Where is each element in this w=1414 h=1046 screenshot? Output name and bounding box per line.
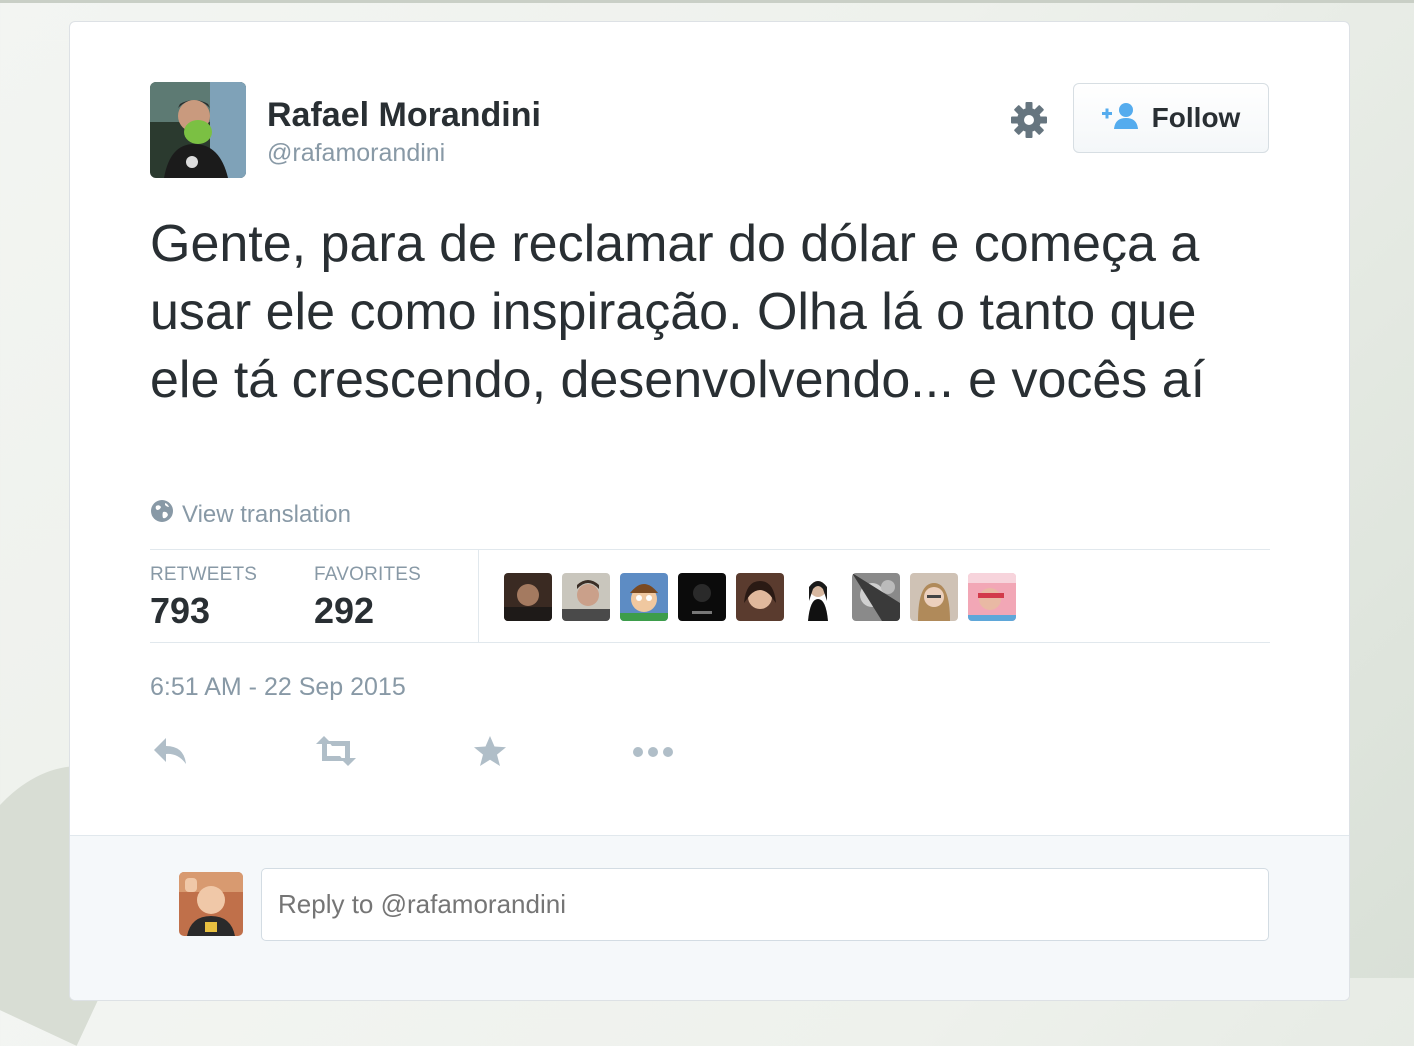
favoriter-avatar[interactable] — [504, 573, 552, 621]
window-top-edge — [0, 0, 1414, 3]
globe-icon — [150, 499, 174, 530]
more-icon[interactable] — [632, 734, 674, 773]
stats-row: RETWEETS 793 FAVORITES 292 — [150, 549, 1270, 643]
favoriter-avatar[interactable] — [736, 573, 784, 621]
display-name[interactable]: Rafael Morandini — [267, 96, 541, 135]
favorites-stat[interactable]: FAVORITES 292 — [314, 564, 421, 632]
favorites-label: FAVORITES — [314, 564, 422, 585]
avatar[interactable] — [150, 82, 246, 178]
favoriter-avatar[interactable] — [620, 573, 668, 621]
follow-label: Follow — [1151, 102, 1241, 133]
favoriter-avatars — [504, 573, 1016, 621]
view-translation-label: View translation — [182, 500, 351, 528]
favoriter-avatar[interactable] — [910, 573, 958, 621]
tweet-card: Rafael Morandini @rafamorandini Follow G… — [69, 21, 1350, 1001]
reply-icon[interactable] — [152, 734, 190, 773]
add-user-icon — [1101, 102, 1140, 135]
tweet-timestamp[interactable]: 6:51 AM - 22 Sep 2015 — [150, 673, 406, 702]
favoriter-avatar[interactable] — [794, 573, 842, 621]
current-user-avatar[interactable] — [179, 872, 243, 936]
reply-area — [70, 835, 1349, 1000]
follow-button[interactable]: Follow — [1073, 83, 1269, 153]
favorites-count: 292 — [314, 590, 375, 631]
view-translation-link[interactable]: View translation — [150, 499, 351, 530]
retweets-stat[interactable]: RETWEETS 793 — [150, 564, 257, 632]
favoriter-avatar[interactable] — [852, 573, 900, 621]
username[interactable]: @rafamorandini — [267, 139, 445, 168]
retweet-icon[interactable] — [314, 734, 358, 773]
favoriter-avatar[interactable] — [678, 573, 726, 621]
retweets-label: RETWEETS — [150, 564, 258, 585]
gear-icon[interactable] — [1009, 100, 1049, 140]
star-icon[interactable] — [472, 734, 508, 773]
reply-input[interactable] — [261, 868, 1269, 941]
stats-divider — [478, 550, 479, 642]
favoriter-avatar[interactable] — [968, 573, 1016, 621]
tweet-text: Gente, para de reclamar do dólar e começ… — [150, 215, 1206, 409]
favoriter-avatar[interactable] — [562, 573, 610, 621]
retweets-count: 793 — [150, 590, 211, 631]
